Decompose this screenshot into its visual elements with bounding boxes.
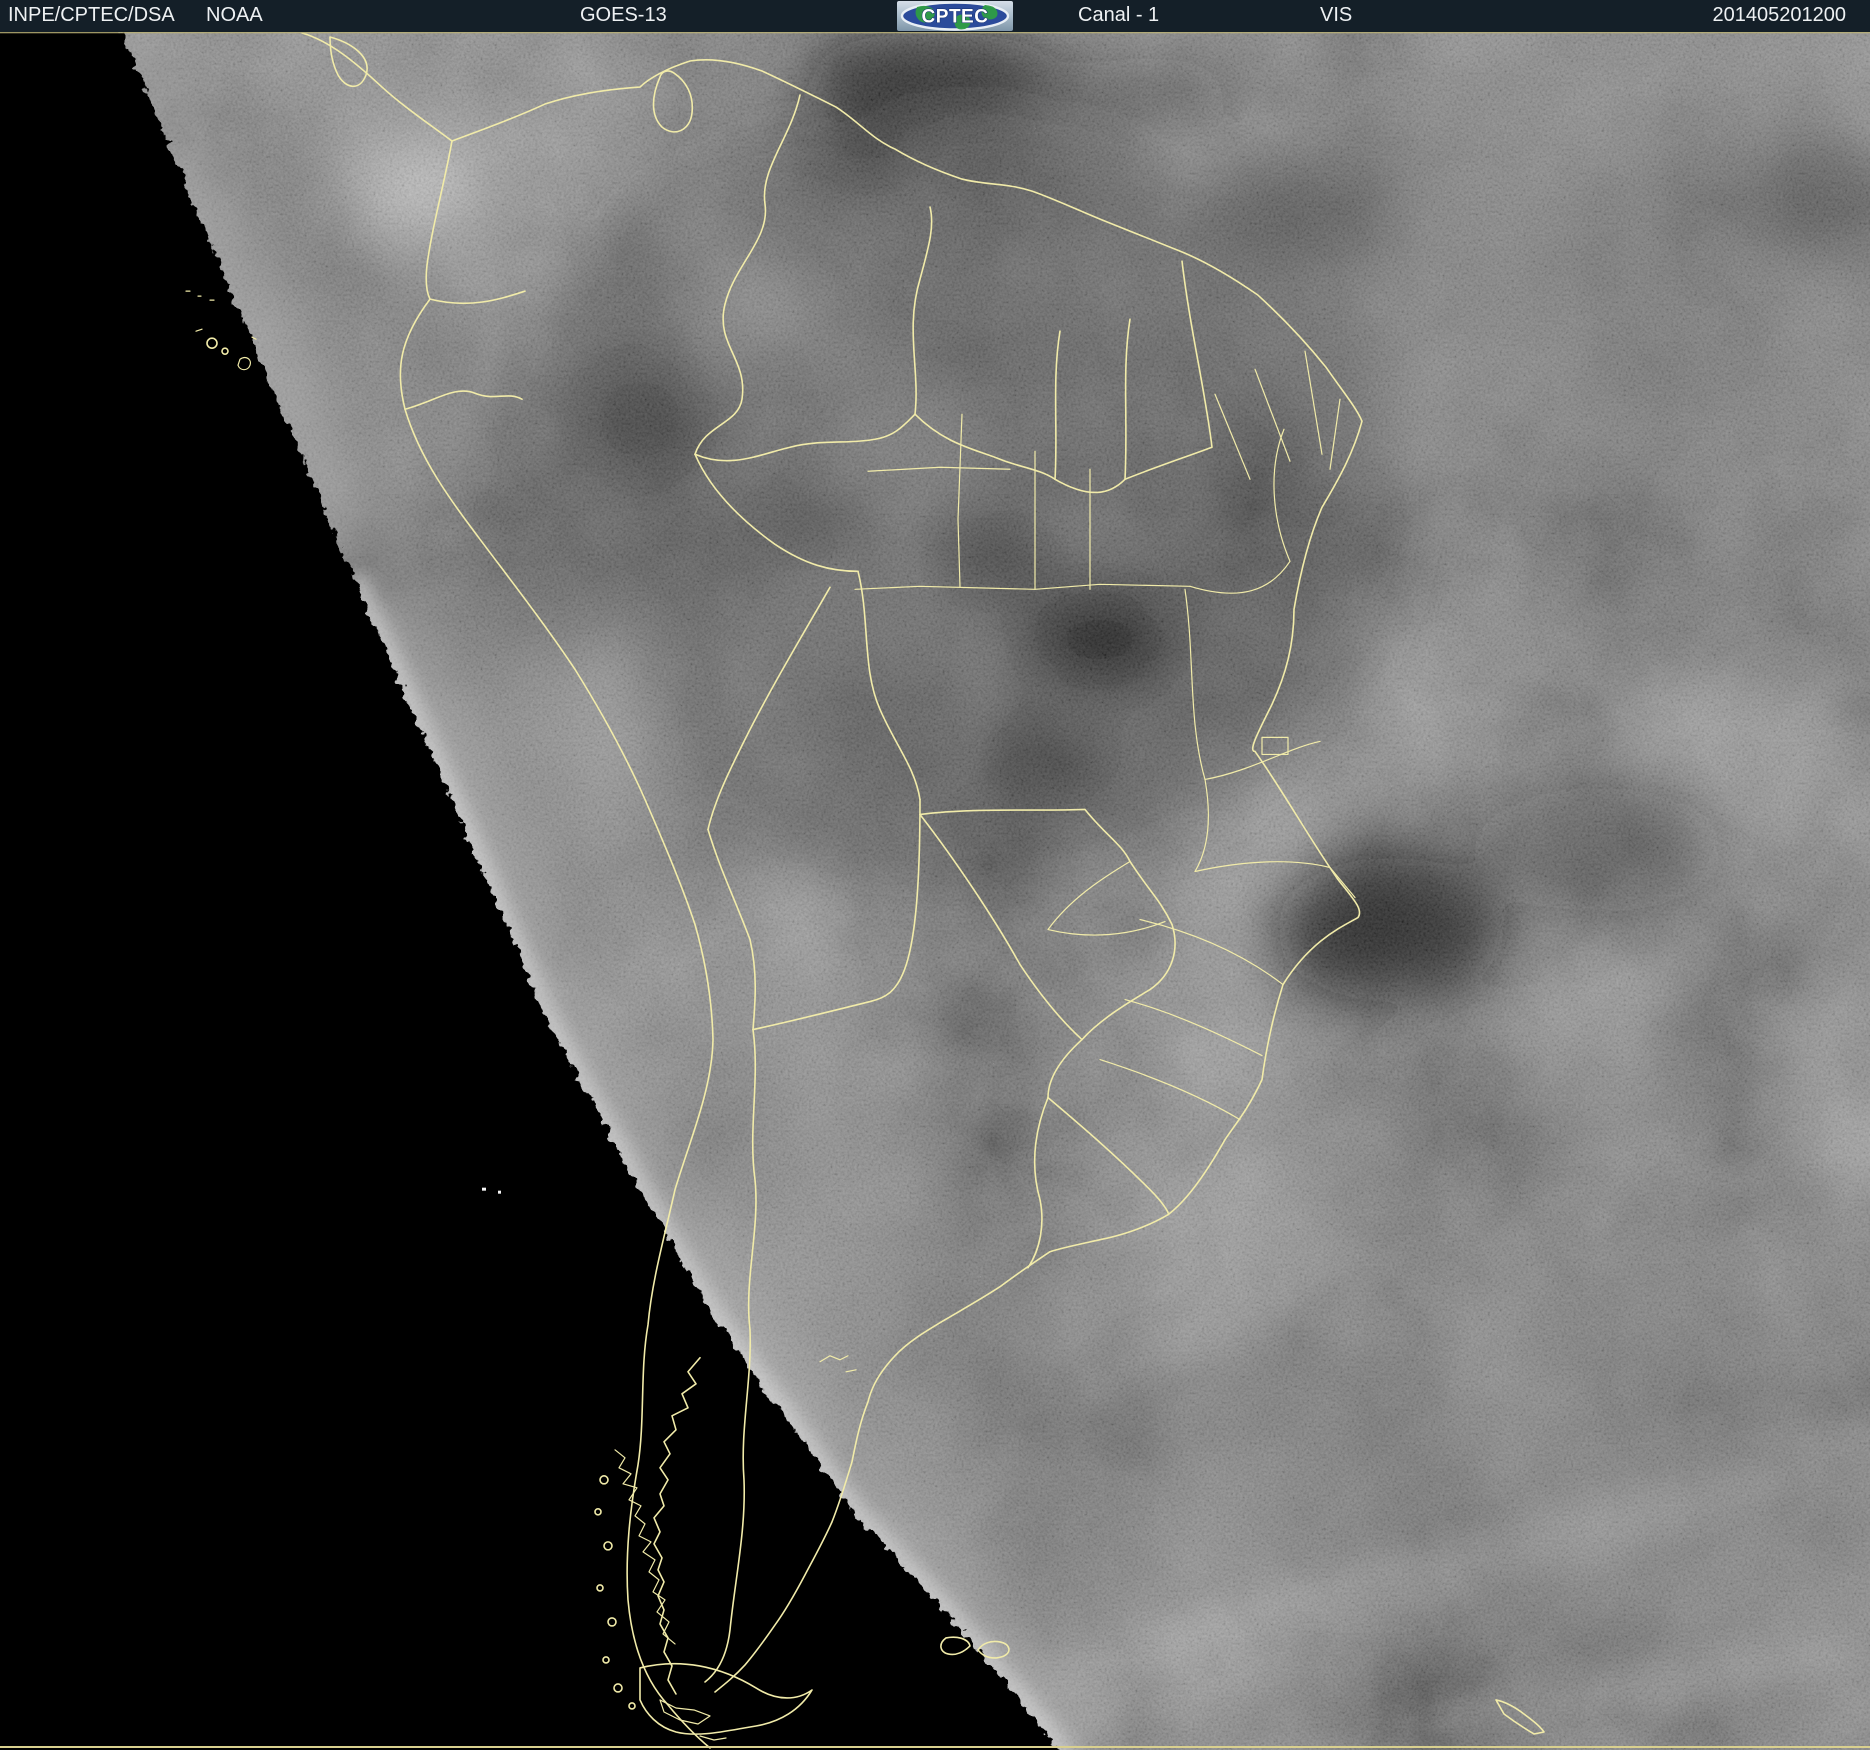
cptec-logo-text: CPTEC: [922, 7, 989, 28]
satellite-viewer: INPE/CPTEC/DSA NOAA GOES-13 CPTEC Canal …: [0, 0, 1870, 1750]
title-bar: INPE/CPTEC/DSA NOAA GOES-13 CPTEC Canal …: [0, 0, 1870, 32]
cptec-logo-icon: CPTEC: [897, 1, 1013, 31]
band-label: VIS: [1320, 4, 1353, 26]
organization-label: INPE/CPTEC/DSA: [8, 4, 175, 26]
satellite-image: [0, 32, 1870, 1750]
timestamp-label: 201405201200: [1712, 4, 1846, 26]
frame-line-bottom: [0, 1745, 1870, 1748]
agency-label: NOAA: [206, 4, 263, 26]
satellite-label: GOES-13: [580, 4, 667, 26]
frame-line-top: [0, 32, 1870, 34]
channel-label: Canal - 1: [1078, 4, 1160, 26]
